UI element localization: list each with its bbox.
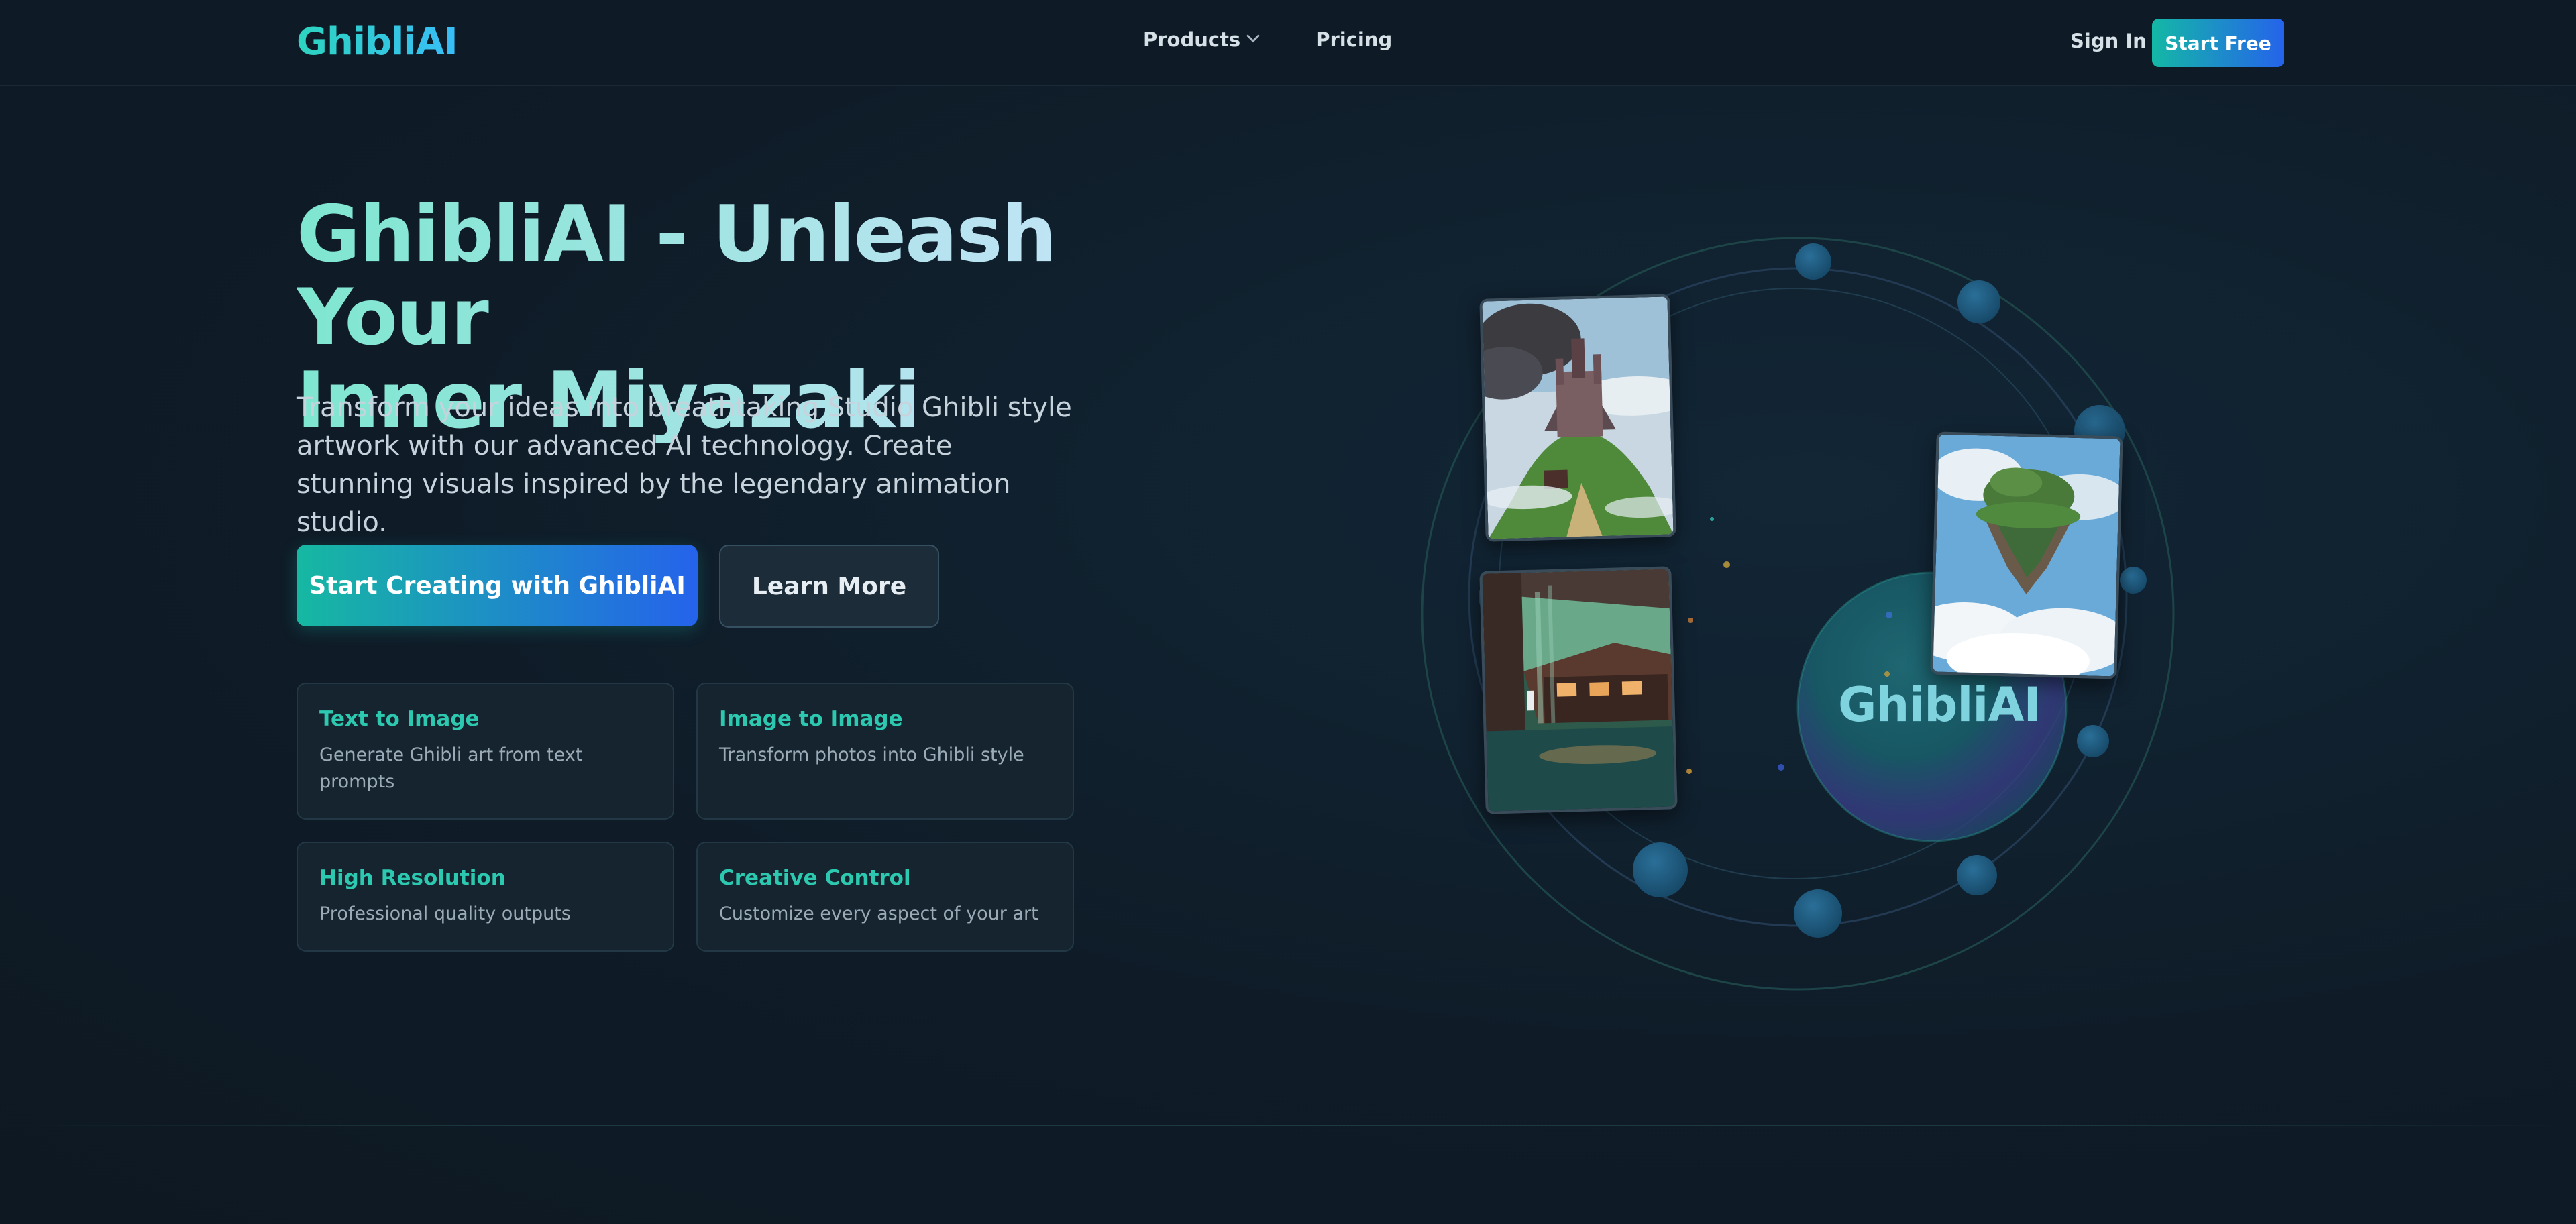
feature-title: Image to Image <box>719 707 903 731</box>
top-navbar: GhibliAI Products Pricing Sign In Start … <box>0 0 2576 86</box>
nav-item-label: Products <box>1143 28 1241 51</box>
start-free-button[interactable]: Start Free <box>2152 19 2284 67</box>
bathhouse-artwork-image <box>1479 566 1678 814</box>
nav-item-pricing[interactable]: Pricing <box>1316 28 1392 51</box>
orbit-dot <box>2077 725 2109 757</box>
section-divider <box>0 1125 2576 1126</box>
orbit-dot <box>2120 567 2147 594</box>
nav-item-label: Pricing <box>1316 28 1393 51</box>
feature-card-image-to-image[interactable]: Image to Image Transform photos into Ghi… <box>696 683 1074 820</box>
feature-desc: Generate Ghibli art from text prompts <box>319 744 583 792</box>
feature-title: High Resolution <box>319 866 506 890</box>
feature-desc: Customize every aspect of your art <box>719 903 1038 924</box>
orbit-dot <box>1794 889 1842 938</box>
feature-desc: Professional quality outputs <box>319 903 571 924</box>
orbit-dot <box>1633 842 1688 897</box>
start-creating-button[interactable]: Start Creating with GhibliAI <box>297 545 698 626</box>
logo[interactable]: GhibliAI <box>297 20 458 64</box>
floating-island-artwork-image <box>1930 431 2123 679</box>
orbit-dot <box>1957 280 2000 323</box>
main-nav: Products Pricing <box>1143 28 1392 51</box>
nav-item-products[interactable]: Products <box>1143 28 1260 51</box>
sign-in-link[interactable]: Sign In <box>2070 30 2147 52</box>
feature-title: Text to Image <box>319 707 480 731</box>
feature-desc: Transform photos into Ghibli style <box>719 744 1024 765</box>
feature-title: Creative Control <box>719 866 911 890</box>
feature-card-high-resolution[interactable]: High Resolution Professional quality out… <box>297 842 674 952</box>
hero-title-line1: GhibliAI - Unleash Your <box>297 189 1056 363</box>
orb-logo-label: GhibliAI <box>1838 677 2041 732</box>
castle-artwork-image <box>1479 294 1676 542</box>
chevron-down-icon <box>1246 29 1260 43</box>
learn-more-button[interactable]: Learn More <box>719 545 939 628</box>
orbit-dot <box>1795 243 1831 280</box>
hero-subtitle: Transform your ideas into breathtaking S… <box>297 392 1072 538</box>
feature-card-creative-control[interactable]: Creative Control Customize every aspect … <box>696 842 1074 952</box>
orbit-dot <box>1957 855 1997 895</box>
feature-card-text-to-image[interactable]: Text to Image Generate Ghibli art from t… <box>297 683 674 820</box>
